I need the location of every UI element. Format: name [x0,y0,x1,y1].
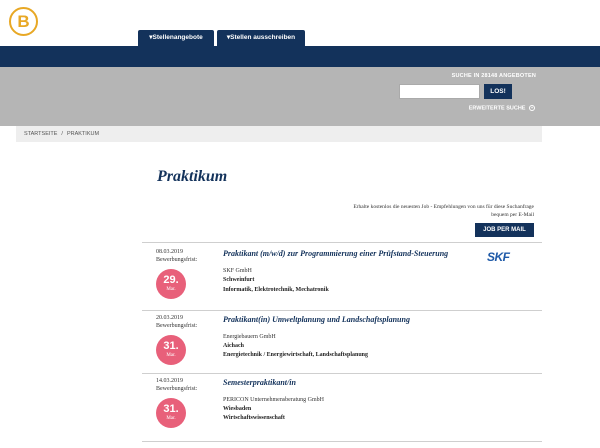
job-date: 14.03.2019 [156,378,183,384]
job-listing: 20.03.2019 Bewerbungsfrist: 31. Mar. Pra… [142,310,542,378]
job-listing: 08.03.2019 Bewerbungsfrist: 29. Mar. Pra… [142,242,542,310]
deadline-month: Mar. [166,353,176,358]
nav-tab-stellen-ausschreiben[interactable]: ▾Stellen ausschreiben [217,30,305,46]
job-per-mail-button[interactable]: JOB PER MAIL [475,223,534,237]
navigation-band [0,46,600,67]
page-title: Praktikum [157,168,228,185]
advanced-search-link[interactable]: ERWEITERTE SUCHE + [469,105,535,111]
job-location: Wiesbaden [223,406,252,412]
list-divider [142,441,542,442]
job-date: 08.03.2019 [156,249,183,255]
advanced-search-label: ERWEITERTE SUCHE [468,105,526,112]
job-field: Informatik, Elektrotechnik, Mechatronik [223,287,329,293]
deadline-label: Bewerbungsfrist: [156,386,198,392]
search-input[interactable] [399,84,480,99]
deadline-badge: 31. Mar. [156,398,186,428]
job-title-link[interactable]: Praktikant(in) Umweltplanung und Landsch… [223,315,410,324]
site-logo[interactable]: B [9,7,38,36]
job-listing: 14.03.2019 Bewerbungsfrist: 31. Mar. Sem… [142,373,542,441]
job-title-link[interactable]: Praktikant (m/w/d) zur Programmierung ei… [223,249,448,258]
deadline-month: Mar. [166,287,176,292]
deadline-label: Bewerbungsfrist: [156,257,198,263]
nav-tab-stellenangebote[interactable]: ▾Stellenangebote [138,30,214,46]
job-company: Energiebauern GmbH [223,334,276,340]
job-title-link[interactable]: Semesterpraktikant/in [223,378,296,387]
top-header: B ▾Stellenangebote ▾Stellen ausschreiben [0,0,600,46]
deadline-badge: 29. Mar. [156,269,186,299]
breadcrumb-home[interactable]: STARTSEITE [24,131,57,137]
deadline-badge: 31. Mar. [156,335,186,365]
breadcrumb: STARTSEITE / PRAKTIKUM [16,126,542,142]
search-button[interactable]: LOS! [484,84,512,99]
breadcrumb-separator: / [61,131,63,137]
job-location: Schweinfurt [223,277,255,283]
job-alert-text: Erhalte kostenlos die neuesten Job - Emp… [353,204,534,218]
logo-letter: B [17,12,30,31]
company-logo[interactable]: SKF [487,250,510,264]
job-location: Aichach [223,343,244,349]
search-band: SUCHE IN 28148 ANGEBOTEN LOS! ERWEITERTE… [0,67,600,126]
search-label: SUCHE IN 28148 ANGEBOTEN [451,73,536,79]
plus-circle-icon: + [529,105,535,111]
job-date: 20.03.2019 [156,315,183,321]
job-field: Wirtschaftswissenschaft [223,415,285,421]
deadline-month: Mar. [166,416,176,421]
deadline-day: 31. [163,340,179,352]
deadline-label: Bewerbungsfrist: [156,323,198,329]
job-company: PERICON Unternehmensberatung GmbH [223,397,324,403]
breadcrumb-current: PRAKTIKUM [66,131,100,137]
job-company: SKF GmbH [223,268,252,274]
deadline-day: 31. [163,403,179,415]
deadline-day: 29. [163,274,179,286]
job-field: Energietechnik / Energiewirtschaft, Land… [223,352,369,358]
